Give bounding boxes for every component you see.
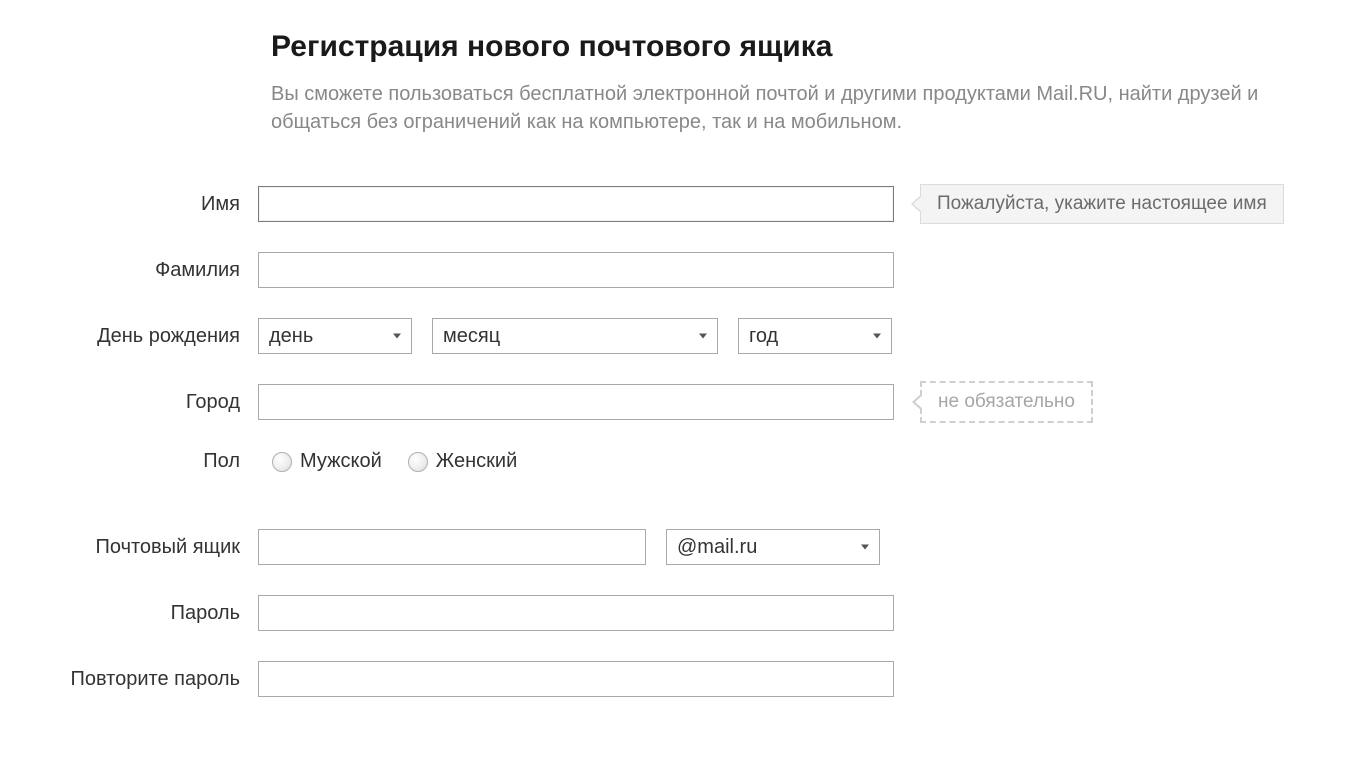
birthday-month-select[interactable]: месяц [432,318,718,354]
label-firstname: Имя [0,193,258,216]
label-city: Город [0,391,258,414]
chevron-down-icon [699,334,707,339]
tooltip-firstname: Пожалуйста, укажите настоящее имя [920,184,1284,224]
firstname-input[interactable] [258,186,894,222]
birthday-year-select[interactable]: год [738,318,892,354]
row-city: Город не обязательно [0,384,1351,420]
lastname-input[interactable] [258,252,894,288]
page-subtitle: Вы сможете пользоваться бесплатной элект… [271,80,1271,136]
row-password-repeat: Повторите пароль [0,661,1351,697]
row-birthday: День рождения день месяц год [0,318,1351,354]
chevron-down-icon [861,545,869,550]
password-repeat-input[interactable] [258,661,894,697]
label-birthday: День рождения [0,325,258,348]
radio-icon [272,452,292,472]
row-gender: Пол Мужской Женский [0,450,1351,473]
password-input[interactable] [258,595,894,631]
row-lastname: Фамилия [0,252,1351,288]
page-title: Регистрация нового почтового ящика [271,30,1271,64]
label-password: Пароль [0,602,258,625]
row-mailbox: Почтовый ящик @mail.ru [0,529,1351,565]
mailbox-domain-value: @mail.ru [677,536,757,559]
chevron-down-icon [873,334,881,339]
city-input[interactable] [258,384,894,420]
gender-female-label: Женский [436,450,517,473]
birthday-day-value: день [269,325,313,348]
birthday-day-select[interactable]: день [258,318,412,354]
gender-female-radio[interactable]: Женский [408,450,517,473]
radio-icon [408,452,428,472]
birthday-year-value: год [749,325,778,348]
row-password: Пароль [0,595,1351,631]
label-mailbox: Почтовый ящик [0,536,258,559]
gender-male-radio[interactable]: Мужской [272,450,382,473]
label-password-repeat: Повторите пароль [0,668,258,691]
mailbox-domain-select[interactable]: @mail.ru [666,529,880,565]
gender-male-label: Мужской [300,450,382,473]
mailbox-input[interactable] [258,529,646,565]
label-lastname: Фамилия [0,259,258,282]
birthday-month-value: месяц [443,325,500,348]
tooltip-city-optional: не обязательно [920,381,1093,423]
row-firstname: Имя Пожалуйста, укажите настоящее имя [0,186,1351,222]
label-gender: Пол [0,450,258,473]
chevron-down-icon [393,334,401,339]
